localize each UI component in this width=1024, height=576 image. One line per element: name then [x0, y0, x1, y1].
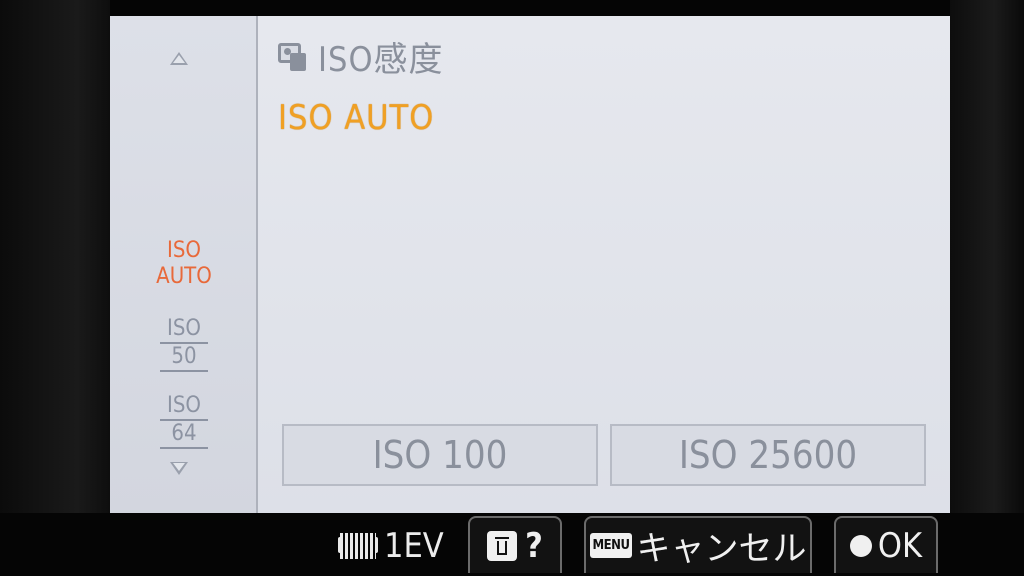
- ok-button[interactable]: OK: [834, 516, 938, 573]
- iso-option-64[interactable]: ISO 64: [146, 393, 222, 449]
- cancel-button[interactable]: MENU キャンセル: [584, 516, 812, 573]
- iso-option-auto-line2: AUTO: [156, 264, 212, 289]
- iso-menu-screen: ISO AUTO ISO 50 ISO 64 ISO感度 ISO AUTO IS…: [110, 16, 950, 513]
- control-dial-icon: [338, 533, 380, 559]
- help-label: ?: [525, 525, 543, 566]
- trash-icon: [487, 530, 518, 561]
- ok-circle-icon: [849, 534, 872, 557]
- scroll-down-icon[interactable]: [170, 462, 188, 475]
- dial-step-indicator: 1EV: [338, 526, 444, 566]
- ev-step-label: 1EV: [384, 526, 444, 566]
- cancel-label: キャンセル: [636, 529, 807, 569]
- help-button[interactable]: ?: [468, 516, 562, 573]
- iso-value-list: ISO AUTO ISO 50 ISO 64: [110, 16, 258, 513]
- iso-option-64-line2: 64: [160, 421, 208, 449]
- iso-auto-max-button[interactable]: ISO 25600: [610, 424, 926, 486]
- right-bezel: [950, 0, 1024, 576]
- current-iso-value: ISO AUTO: [278, 98, 435, 138]
- iso-option-auto[interactable]: ISO AUTO: [146, 238, 222, 290]
- scroll-up-icon[interactable]: [170, 52, 188, 65]
- iso-option-50-line1: ISO: [160, 316, 208, 344]
- iso-option-50[interactable]: ISO 50: [146, 316, 222, 372]
- page-title: ISO感度: [278, 36, 444, 80]
- ok-label: OK: [877, 525, 923, 566]
- iso-option-64-line1: ISO: [160, 393, 208, 421]
- iso-option-50-line2: 50: [160, 344, 208, 372]
- iso-option-auto-line1: ISO: [167, 238, 201, 263]
- left-bezel: [0, 0, 110, 576]
- menu-icon: MENU: [589, 533, 633, 558]
- page-title-text: ISO感度: [318, 39, 444, 80]
- camera-setting-icon: [278, 41, 308, 71]
- iso-auto-min-button[interactable]: ISO 100: [282, 424, 598, 486]
